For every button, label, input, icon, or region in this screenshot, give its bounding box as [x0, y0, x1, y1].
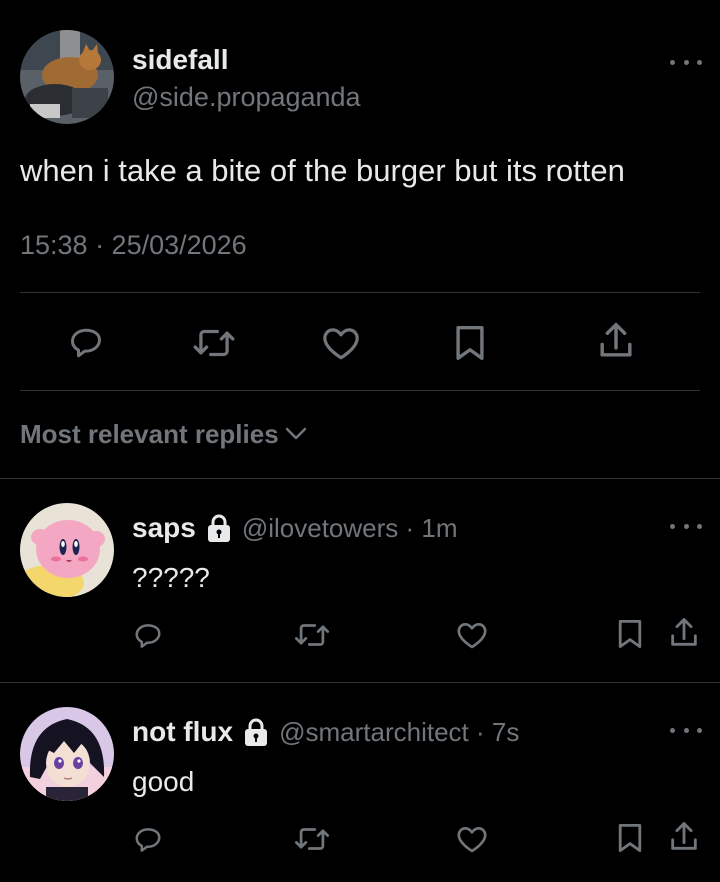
dot: [683, 59, 689, 65]
reply-handle-time[interactable]: @ilovetowers · 1m: [242, 515, 458, 541]
reply-button[interactable]: [128, 822, 168, 858]
reply-header: not flux @smartarchitect · 7s: [132, 717, 519, 747]
retweet-icon: [193, 329, 235, 357]
author-display-name[interactable]: sidefall: [132, 46, 228, 74]
dot: [697, 59, 702, 65]
dot: [697, 523, 702, 529]
more-options-button[interactable]: [670, 724, 702, 736]
share-icon: [600, 322, 632, 357]
replies-sort-label: Most relevant replies: [20, 419, 279, 449]
reply-icon: [71, 328, 101, 358]
reply-icon: [135, 828, 161, 852]
share-button[interactable]: [666, 614, 702, 652]
avatar-image: [20, 503, 114, 597]
like-button[interactable]: [454, 822, 490, 856]
bookmark-icon: [618, 824, 642, 852]
dot: [683, 727, 689, 733]
reply-icon: [135, 624, 161, 648]
share-button[interactable]: [666, 818, 702, 856]
reply-display-name[interactable]: not flux: [132, 718, 233, 746]
dot: [670, 523, 675, 529]
tweet-text: when i take a bite of the burger but its…: [20, 153, 625, 188]
lock-icon: [206, 513, 232, 543]
retweet-button[interactable]: [292, 822, 332, 856]
chevron-down-icon: [285, 427, 306, 440]
divider: [20, 292, 700, 293]
heart-icon: [457, 623, 487, 649]
bookmark-button[interactable]: [614, 820, 646, 856]
author-handle[interactable]: @side.propaganda: [132, 84, 361, 111]
bookmark-icon: [618, 620, 642, 648]
avatar-image: [20, 707, 114, 801]
retweet-button[interactable]: [190, 322, 238, 364]
avatar-saps[interactable]: [20, 503, 114, 597]
bookmark-button[interactable]: [450, 322, 490, 364]
dot: [670, 59, 675, 65]
reply-display-name[interactable]: saps: [132, 514, 196, 542]
divider: [20, 390, 700, 391]
reply-handle-time[interactable]: @smartarchitect · 7s: [279, 719, 519, 745]
bookmark-button[interactable]: [614, 616, 646, 652]
dot: [670, 727, 675, 733]
dot: [697, 727, 702, 733]
more-options-button[interactable]: [670, 520, 702, 532]
like-button[interactable]: [318, 322, 364, 364]
bookmark-icon: [456, 326, 484, 360]
reply-text: good: [132, 766, 195, 797]
lock-icon: [243, 717, 269, 747]
retweet-icon: [294, 624, 330, 646]
more-options-button[interactable]: [670, 56, 702, 68]
share-button[interactable]: [594, 318, 638, 364]
divider: [0, 478, 720, 479]
retweet-icon: [294, 828, 330, 850]
replies-sort-dropdown[interactable]: Most relevant replies: [20, 421, 307, 447]
retweet-button[interactable]: [292, 618, 332, 652]
avatar-sidefall[interactable]: [20, 30, 114, 124]
reply-text: ?????: [132, 562, 210, 593]
like-button[interactable]: [454, 618, 490, 652]
heart-icon: [457, 827, 487, 853]
divider: [0, 682, 720, 683]
avatar-image: [20, 30, 114, 124]
reply-button[interactable]: [63, 321, 109, 365]
reply-button[interactable]: [128, 618, 168, 654]
heart-icon: [323, 328, 359, 360]
tweet-timestamp[interactable]: 15:38 · 25/03/2026: [20, 232, 247, 259]
share-icon: [671, 822, 697, 850]
reply-header: saps @ilovetowers · 1m: [132, 513, 458, 543]
share-icon: [671, 618, 697, 646]
dot: [683, 523, 689, 529]
avatar-not-flux[interactable]: [20, 707, 114, 801]
